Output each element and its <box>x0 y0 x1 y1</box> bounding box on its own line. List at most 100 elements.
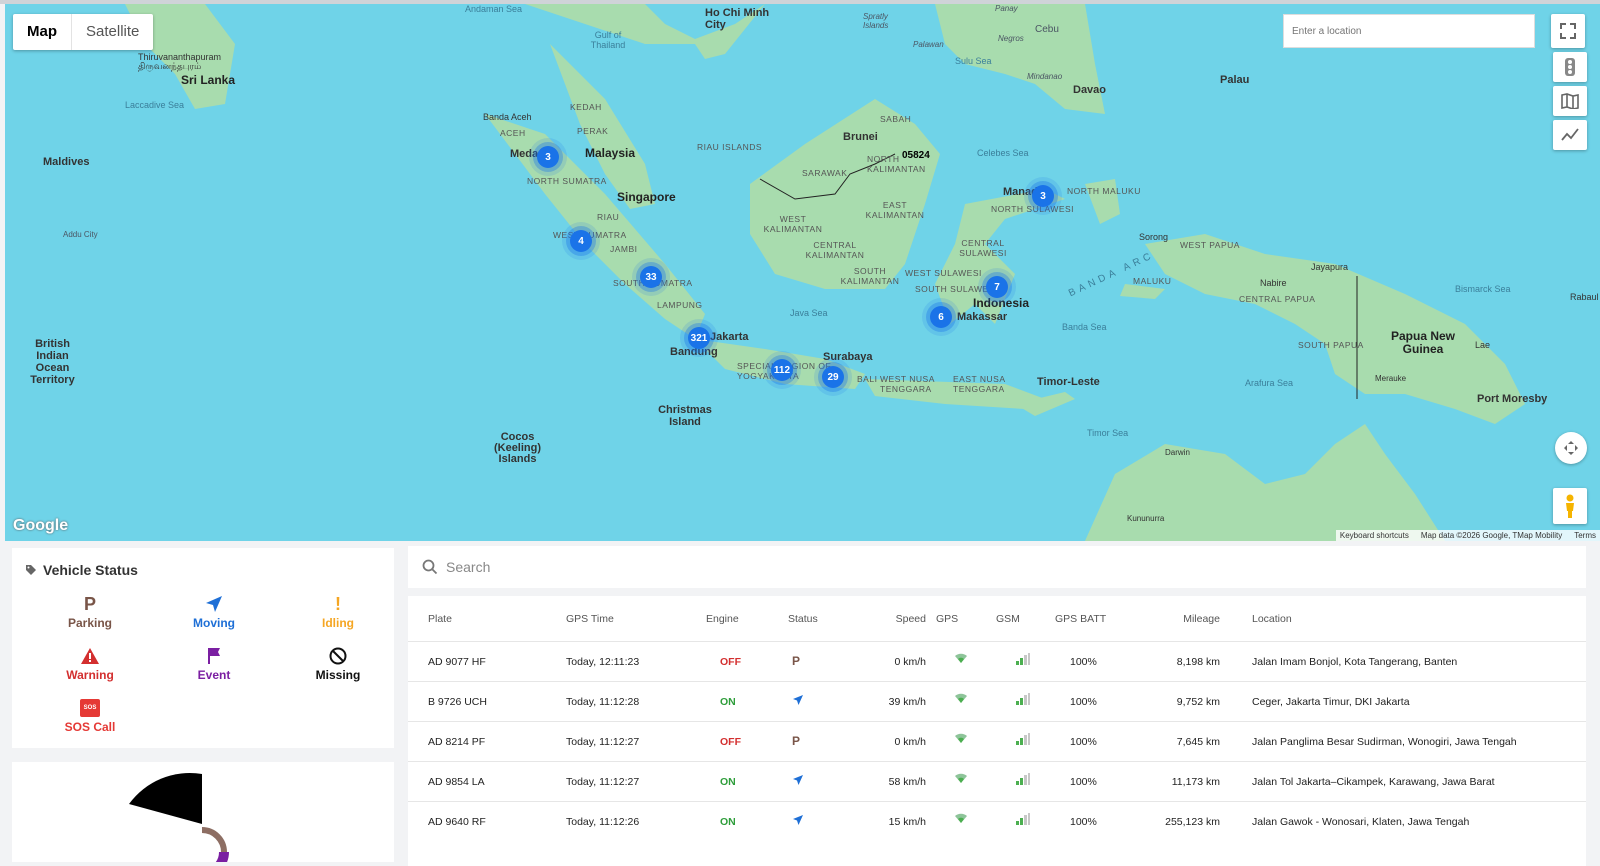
column-header-status[interactable]: Status <box>788 613 818 625</box>
table-row[interactable]: AD 9077 HF Today, 12:11:23 OFF P 0 km/h 100% 8… <box>408 641 1586 681</box>
vehicle-cluster[interactable]: 3 <box>537 146 559 168</box>
column-header-gps-batt[interactable]: GPS BATT <box>1055 613 1106 625</box>
terms-link[interactable]: Terms <box>1574 531 1596 540</box>
cell-engine: ON <box>720 816 736 828</box>
vehicle-status-header: Vehicle Status <box>25 562 138 578</box>
location-search-input[interactable] <box>1283 14 1535 48</box>
tag-icon <box>26 565 36 575</box>
column-header-plate[interactable]: Plate <box>428 613 452 625</box>
fullscreen-icon <box>1560 23 1576 39</box>
vehicle-cluster[interactable]: 3 <box>1032 185 1054 207</box>
map-label-palau: Palau <box>1220 74 1250 86</box>
map-label-riau: RIAU <box>597 212 620 222</box>
column-header-location[interactable]: Location <box>1252 613 1292 625</box>
table-row[interactable]: AD 8214 PF Today, 11:12:27 OFF P 0 km/h 100% 7… <box>408 721 1586 761</box>
donut-ring-parking <box>201 827 227 853</box>
traffic-layer-button[interactable] <box>1553 52 1587 82</box>
map-type-map-button[interactable]: Map <box>13 14 72 50</box>
status-filter-moving[interactable]: Moving <box>154 594 274 630</box>
cell-gps <box>954 692 968 707</box>
cell-gps <box>954 772 968 787</box>
map-label-sulu-sea: Sulu Sea <box>955 56 992 66</box>
map-label-darwin: Darwin <box>1165 448 1190 457</box>
map-layer-button[interactable] <box>1553 86 1587 116</box>
cell-gps-time: Today, 12:11:23 <box>566 656 640 668</box>
wifi-signal-icon <box>955 813 967 823</box>
google-logo: Google <box>13 517 69 534</box>
exclamation-icon: ! <box>335 593 341 614</box>
cell-signal-bars-icon <box>1016 653 1030 665</box>
cell-mileage: 255,123 km <box>1165 816 1220 828</box>
map-label-java-sea: Java Sea <box>790 308 828 318</box>
map-label-davao: Davao <box>1073 84 1107 96</box>
vehicle-table: Plate GPS Time Engine Status Speed GPS G… <box>408 596 1586 866</box>
vehicle-search-bar[interactable]: Search <box>408 546 1586 588</box>
cell-gsm <box>1016 813 1030 828</box>
status-filter-idling[interactable]: ! Idling <box>278 593 398 631</box>
status-filter-parking[interactable]: P Parking <box>30 594 150 631</box>
status-filter-missing[interactable]: Missing <box>278 646 398 682</box>
column-header-engine[interactable]: Engine <box>706 613 739 625</box>
donut-slice-parking[interactable] <box>129 772 202 824</box>
parking-icon: P <box>792 734 801 748</box>
map-label-christmas-island: Christmas Island <box>658 404 712 428</box>
vehicle-cluster[interactable]: 4 <box>570 230 592 252</box>
cell-gsm <box>1016 653 1030 668</box>
route-history-button[interactable] <box>1553 120 1587 150</box>
table-row[interactable]: AD 9854 LA Today, 11:12:27 ON 58 km/h 100% 11… <box>408 761 1586 801</box>
fullscreen-button[interactable] <box>1551 14 1585 48</box>
map-attribution: Keyboard shortcuts Map data ©2026 Google… <box>1335 530 1600 541</box>
map-label-west-nusa: WEST NUSA TENGGARA <box>880 374 935 394</box>
map-label-maldives: Maldives <box>43 156 90 168</box>
table-row[interactable]: AD 9640 RF Today, 11:12:26 ON 15 km/h 100% 25… <box>408 801 1586 841</box>
map-label-east-nusa: EAST NUSA TENGGARA <box>953 374 1006 394</box>
map-label-bali: BALI <box>857 374 878 384</box>
map-type-satellite-button[interactable]: Satellite <box>72 14 153 50</box>
map-label-negros: Negros <box>998 34 1024 43</box>
wifi-signal-icon <box>955 733 967 743</box>
column-header-gsm[interactable]: GSM <box>996 613 1020 625</box>
column-header-gps-time[interactable]: GPS Time <box>566 613 614 625</box>
column-header-mileage[interactable]: Mileage <box>1128 613 1220 625</box>
wifi-signal-icon <box>955 653 967 663</box>
map-label-cebu: Cebu <box>1035 24 1059 35</box>
vehicle-cluster[interactable]: 29 <box>822 366 844 388</box>
line-chart-icon <box>1561 128 1579 141</box>
traffic-light-icon <box>1565 58 1575 76</box>
wifi-signal-icon <box>955 693 967 703</box>
map-label-addu-city: Addu City <box>63 230 98 239</box>
map-label-perak: PERAK <box>577 126 609 136</box>
cell-speed: 58 km/h <box>888 776 926 788</box>
cell-gsm <box>1016 733 1030 748</box>
cell-gps <box>954 732 968 747</box>
parking-icon: P <box>792 654 801 668</box>
table-row[interactable]: B 9726 UCH Today, 11:12:28 ON 39 km/h 100% 9,… <box>408 681 1586 721</box>
map-label-thiruvananthapuram-local: திருவனந்தபுரம் <box>138 61 202 71</box>
column-header-speed[interactable]: Speed <box>848 613 926 625</box>
pan-control-button[interactable] <box>1555 432 1587 464</box>
status-chart-card <box>12 762 394 862</box>
map-label-port-moresby: Port Moresby <box>1477 393 1548 405</box>
vehicle-cluster[interactable]: 321 <box>688 327 710 349</box>
keyboard-shortcuts-link[interactable]: Keyboard shortcuts <box>1340 531 1409 540</box>
map-label-papua-new-guinea: Papua New Guinea <box>1390 329 1456 356</box>
cell-gps-batt: 100% <box>1070 656 1097 668</box>
street-view-pegman[interactable] <box>1553 488 1587 524</box>
vehicle-status-card: Vehicle Status P Parking Moving ! Idling… <box>12 548 394 748</box>
vehicle-marker-label[interactable]: 05824 <box>902 150 930 161</box>
no-entry-icon <box>329 647 347 665</box>
vehicle-cluster[interactable]: 112 <box>771 359 793 381</box>
status-filter-warning[interactable]: Warning <box>30 646 150 682</box>
map-label-bismarck-sea: Bismarck Sea <box>1455 284 1511 294</box>
map-view[interactable]: Andaman Sea Ho Chi Minh City Spratly Isl… <box>5 4 1600 541</box>
map-label-east-kalimantan: EAST KALIMANTAN <box>865 200 925 220</box>
pegman-icon <box>1566 494 1574 518</box>
vehicle-cluster[interactable]: 33 <box>640 266 662 288</box>
column-header-gps[interactable]: GPS <box>936 613 958 625</box>
status-filter-sos[interactable]: SOS SOS Call <box>30 698 150 734</box>
status-filter-event[interactable]: Event <box>154 646 274 682</box>
cell-engine: ON <box>720 776 736 788</box>
vehicle-cluster[interactable]: 7 <box>986 276 1008 298</box>
map-label-merauke: Merauke <box>1375 374 1407 383</box>
vehicle-cluster[interactable]: 6 <box>930 306 952 328</box>
